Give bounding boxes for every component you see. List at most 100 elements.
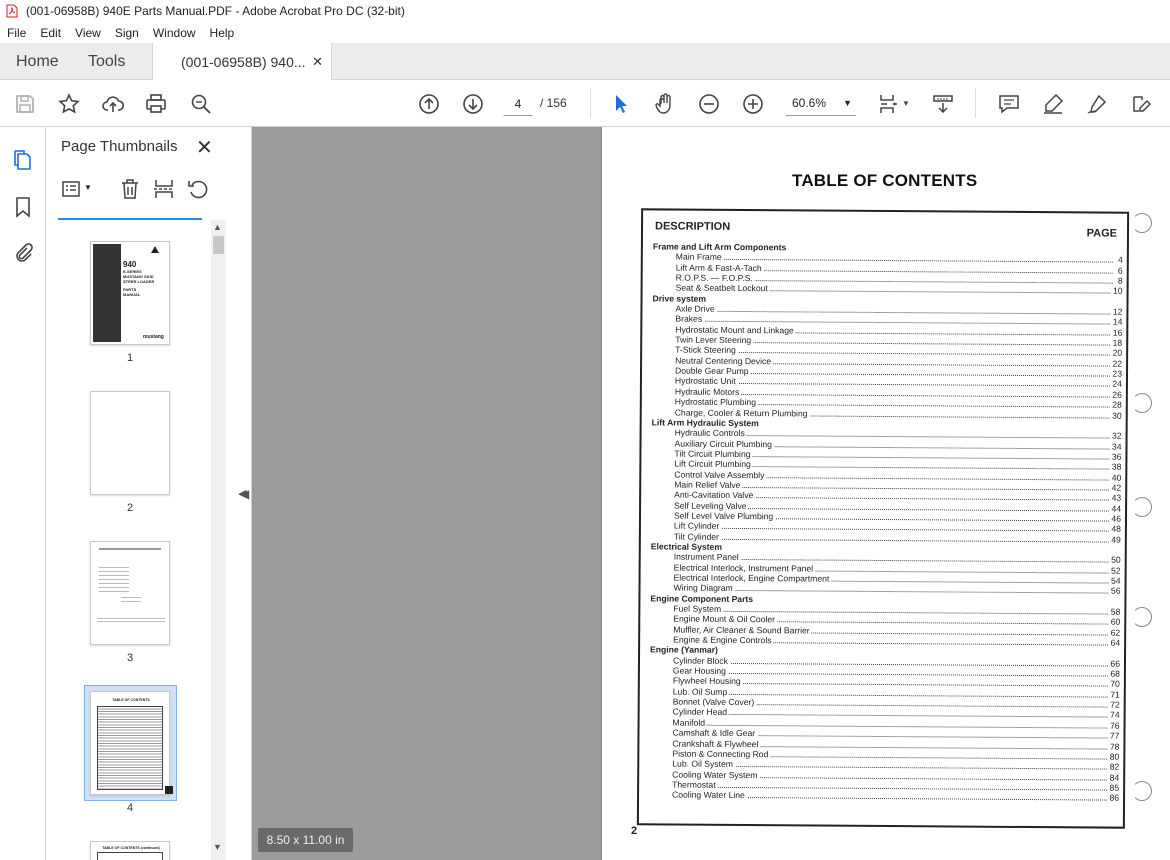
- toc-entry-title: Main Relief Valve: [674, 479, 743, 491]
- toc-entry-page: 85: [1107, 782, 1120, 793]
- bookmark-star-icon[interactable]: [56, 91, 82, 117]
- toc-entry-title: Camshaft & Idle Gear: [672, 727, 758, 739]
- thumbnail-page-1[interactable]: 940 E-SERIES MUSTANG SKID STEER LOADER PAR…: [90, 241, 170, 345]
- toc-entry-title: Double Gear Pump: [674, 365, 751, 377]
- tab-document-label: (001-06958B) 940...: [181, 54, 306, 70]
- previous-page-icon[interactable]: [416, 91, 442, 117]
- hand-tool-icon[interactable]: [652, 91, 678, 117]
- thumbnail-page-3[interactable]: [90, 541, 170, 645]
- chevron-down-icon[interactable]: ▼: [902, 99, 910, 108]
- toc-entry-title: Auxiliary Circuit Plumbing: [674, 438, 774, 450]
- scroll-down-icon[interactable]: ▼: [213, 842, 222, 852]
- toc-entry-title: Neutral Centering Device: [675, 355, 774, 367]
- logo-triangle: [151, 246, 159, 253]
- page-fit-icon[interactable]: [876, 91, 902, 117]
- comment-icon[interactable]: [996, 91, 1022, 117]
- menu-edit[interactable]: Edit: [33, 26, 68, 40]
- menu-sign[interactable]: Sign: [108, 26, 146, 40]
- close-tab-icon[interactable]: ✕: [312, 54, 323, 70]
- toc-entry-page: 84: [1107, 772, 1120, 783]
- menu-help[interactable]: Help: [203, 26, 242, 40]
- toc-entry-page: 38: [1109, 461, 1122, 473]
- thumbnail-scrollbar[interactable]: ▲ ▼: [211, 220, 226, 860]
- toc-entry-page: 72: [1108, 699, 1120, 711]
- attachment-icon[interactable]: [10, 240, 36, 266]
- chevron-down-icon[interactable]: ▼: [84, 183, 108, 207]
- menu-window[interactable]: Window: [146, 26, 203, 40]
- thumbnail-label: 3: [126, 652, 134, 664]
- thumbnail-page-5[interactable]: TABLE OF CONTENTS (continued): [90, 841, 170, 860]
- page-total: / 156: [540, 96, 567, 110]
- save-icon[interactable]: [12, 91, 38, 117]
- scroll-mode-icon[interactable]: [930, 91, 956, 117]
- edit-tools-icon[interactable]: [1128, 91, 1154, 117]
- scrollbar-thumb[interactable]: [213, 236, 224, 254]
- thumbnail-options-icon[interactable]: [60, 177, 84, 201]
- select-cursor-icon[interactable]: [608, 91, 634, 117]
- menu-view[interactable]: View: [68, 26, 108, 40]
- zoom-in-icon[interactable]: [740, 91, 766, 117]
- menu-file[interactable]: File: [0, 26, 33, 40]
- toc-entry-title: Anti-Cavitation Valve: [674, 489, 756, 501]
- menu-bar: File Edit View Sign Window Help: [0, 22, 1170, 43]
- toc-entry-page: 30: [1110, 410, 1122, 421]
- next-page-icon[interactable]: [460, 91, 486, 117]
- toc-entry-title: Thermostat: [672, 779, 718, 791]
- toc-entry-title: Engine (Yanmar): [650, 644, 720, 656]
- toc-entry-title: Cylinder Head: [672, 707, 730, 718]
- toc-entry-page: 71: [1108, 689, 1120, 700]
- thumbnail-page-2[interactable]: [90, 391, 170, 495]
- upload-cloud-icon[interactable]: [100, 91, 126, 117]
- collapse-panel-arrow-icon[interactable]: ◀: [238, 487, 246, 500]
- tab-tools[interactable]: Tools: [88, 43, 125, 80]
- toc-entry-page: 56: [1108, 585, 1121, 597]
- chevron-down-icon: ▼: [843, 98, 852, 108]
- delete-page-icon[interactable]: [118, 177, 142, 201]
- toc-entry-page: 12: [1110, 306, 1123, 318]
- toc-entry-title: Lift Circuit Plumbing: [674, 458, 753, 470]
- zoom-out-icon[interactable]: [696, 91, 722, 117]
- split-page-icon[interactable]: [152, 177, 176, 201]
- toc-entry-title: R.O.P.S. — F.O.P.S.: [675, 272, 755, 284]
- toc-entry-title: Control Valve Assembly: [674, 469, 767, 481]
- panel-title: Page Thumbnails: [61, 138, 178, 155]
- close-panel-icon[interactable]: ✕: [196, 135, 213, 160]
- toc-entry-title: Main Frame: [675, 251, 724, 263]
- toc-entry-title: Lub. Oil System: [672, 758, 735, 770]
- print-icon[interactable]: [143, 91, 169, 117]
- description-header: DESCRIPTION: [654, 220, 731, 233]
- toc-entry-page: 82: [1107, 761, 1120, 773]
- page-number-input[interactable]: 4: [503, 90, 533, 116]
- punch-hole: [1132, 213, 1152, 233]
- scroll-up-icon[interactable]: ▲: [213, 222, 222, 232]
- tab-document[interactable]: (001-06958B) 940... ✕: [152, 43, 332, 81]
- toc-entry-title: Self Leveling Valve: [674, 500, 749, 511]
- toc-entry-title: Hydrostatic Plumbing: [674, 396, 759, 408]
- toc-entry-page: 77: [1107, 730, 1120, 742]
- toc-entry-page: 36: [1109, 451, 1122, 462]
- page-thumbnails-icon[interactable]: [10, 147, 36, 173]
- rotate-page-icon[interactable]: [186, 177, 210, 201]
- highlight-pen-icon[interactable]: [1040, 91, 1066, 117]
- toc-entry-title: Electrical System: [650, 541, 725, 553]
- toc-entry-title: Engine Mount & Oil Cooler: [673, 613, 778, 625]
- toc-entry-page: 26: [1110, 389, 1122, 400]
- zoom-search-icon[interactable]: [188, 91, 214, 117]
- page-header: PAGE: [1086, 227, 1118, 240]
- tab-home[interactable]: Home: [16, 43, 59, 80]
- thumbnail-page-4[interactable]: TABLE OF CONTENTS: [90, 691, 173, 795]
- toc-entry-page: 34: [1109, 441, 1122, 452]
- toc-entry-title: Cooling Water System: [672, 769, 760, 781]
- toc-entry: Cooling Water Line 86: [649, 789, 1120, 804]
- zoom-level-select[interactable]: 60.6% ▼: [786, 90, 856, 116]
- toc-entry-title: Manifold: [672, 717, 708, 728]
- toc-entry-page: 14: [1110, 316, 1123, 328]
- sign-icon[interactable]: [1084, 91, 1110, 117]
- punch-hole: [1132, 607, 1152, 627]
- bookmark-icon[interactable]: [10, 194, 36, 220]
- thumbnail-label: 4: [126, 802, 134, 814]
- punch-hole: [1132, 497, 1152, 517]
- toc-entry-title: Cylinder Block: [672, 655, 730, 667]
- toc-entry-title: Cooling Water Line: [672, 789, 747, 801]
- thumbnail-label: 1: [126, 352, 134, 364]
